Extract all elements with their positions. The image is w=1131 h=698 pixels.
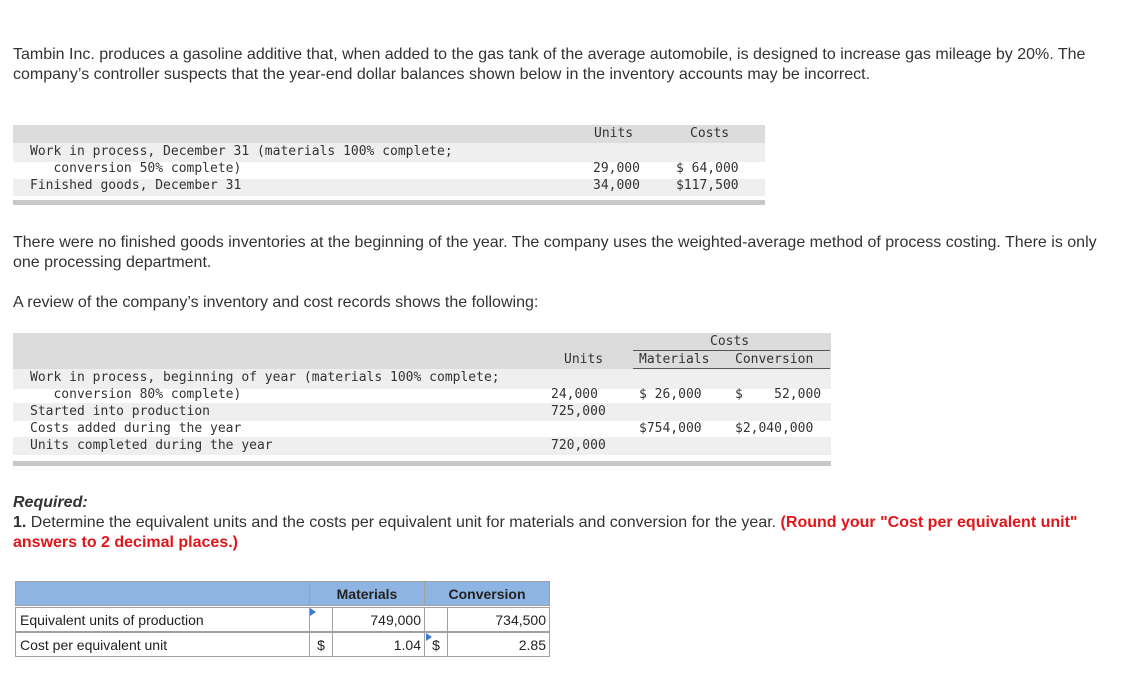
table-bottom-rule [13,461,831,466]
question-1: 1. Determine the equivalent units and th… [13,513,1113,553]
column-group-costs: Costs [710,334,750,349]
row-label: conversion 80% complete) [30,387,242,402]
column-header-units: Units [594,126,634,141]
equivalent-units-conversion-input[interactable]: 734,500 [447,607,550,632]
cost-records-table: Costs Units Materials Conversion Work in… [13,333,831,467]
answer-table: Materials Conversion Equivalent units of… [15,581,550,658]
row-label: conversion 50% complete) [30,161,242,176]
row-costs: $ 64,000 [676,161,739,176]
row-units: 34,000 [593,178,640,193]
row-conversion: $ 52,000 [735,387,822,402]
row-costs: $117,500 [676,178,739,193]
row-label: Costs added during the year [30,421,242,436]
row-units: 24,000 [551,387,598,402]
row-label: Units completed during the year [30,438,273,453]
conversion-prefix [424,607,448,632]
header-underline [633,350,830,351]
answer-header-blank [15,581,310,606]
column-header-materials: Materials [639,352,710,367]
row-materials: $754,000 [639,421,702,436]
answer-row-label: Equivalent units of production [15,607,310,632]
review-paragraph: A review of the company’s inventory and … [13,294,539,311]
column-header-conversion: Conversion [735,352,814,367]
answer-header-materials: Materials [309,581,425,606]
row-conversion: $2,040,000 [735,421,814,436]
intro-paragraph: Tambin Inc. produces a gasoline additive… [13,46,1086,83]
row-label: Started into production [30,404,211,419]
year-end-balances-table: Units Costs Work in process, December 31… [13,125,765,206]
row-units: 29,000 [593,161,640,176]
question-number: 1. [13,514,27,531]
required-heading: Required: [13,494,88,511]
row-label: Finished goods, December 31 [30,178,242,193]
cost-per-unit-materials-input[interactable]: 1.04 [332,632,425,657]
table-bottom-rule [13,200,765,205]
row-units: 725,000 [551,404,606,419]
answer-row-label: Cost per equivalent unit [15,632,310,657]
answer-flag-icon [310,608,316,616]
row-units: 720,000 [551,438,606,453]
column-header-costs: Costs [690,126,730,141]
row-label: Work in process, December 31 (materials … [30,144,453,159]
answer-flag-icon [426,633,432,641]
method-paragraph: There were no finished goods inventories… [13,234,1097,271]
row-label: Work in process, beginning of year (mate… [30,370,500,385]
row-materials: $ 26,000 [639,387,702,402]
header-underline [633,368,830,369]
question-text: Determine the equivalent units and the c… [26,514,777,531]
column-header-units: Units [564,352,604,367]
cost-per-unit-conversion-input[interactable]: 2.85 [447,632,550,657]
answer-header-conversion: Conversion [424,581,550,606]
equivalent-units-materials-input[interactable]: 749,000 [332,607,425,632]
materials-prefix: $ [309,632,333,657]
table-header-band [13,125,765,143]
